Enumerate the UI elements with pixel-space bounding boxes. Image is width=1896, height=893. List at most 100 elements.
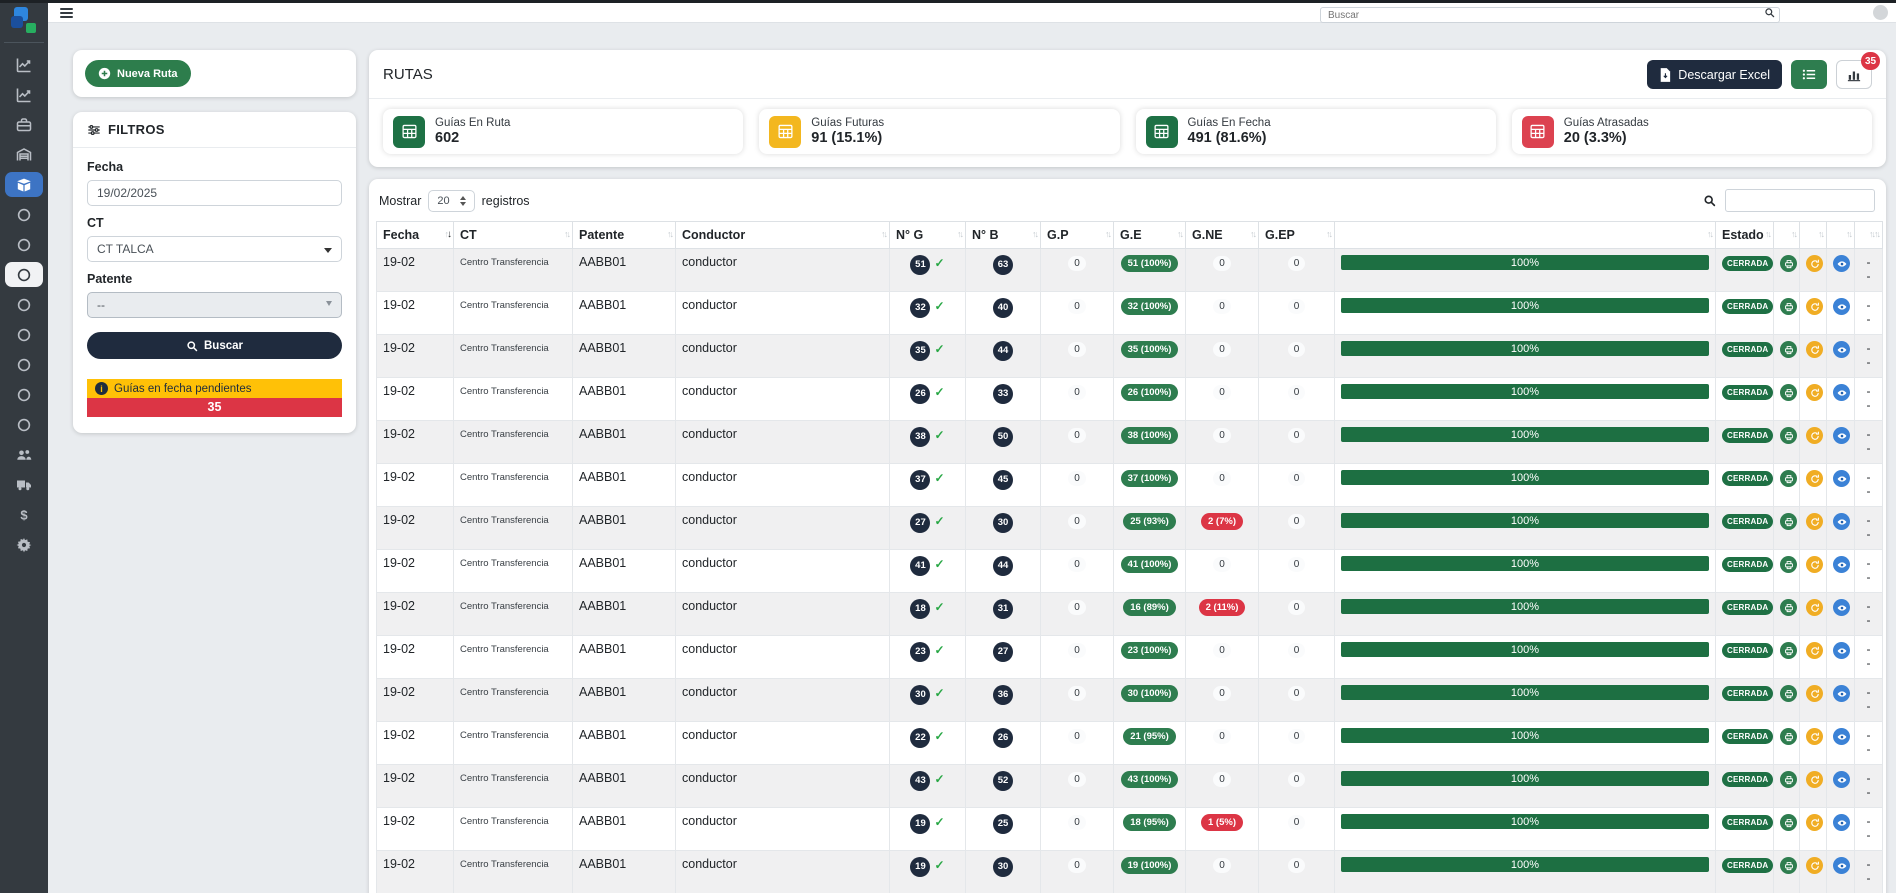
sync-button[interactable] — [1806, 470, 1823, 487]
sync-button[interactable] — [1806, 599, 1823, 616]
column-header-n-g[interactable]: N° G↑↓ — [890, 222, 966, 249]
count-badge: 26 — [993, 728, 1013, 748]
column-header-g-e[interactable]: G.E↑↓ — [1114, 222, 1186, 249]
column-header-extra-14[interactable]: ↑↓ — [1827, 222, 1855, 249]
column-header-g-p[interactable]: G.P↑↓ — [1041, 222, 1114, 249]
sync-button[interactable] — [1806, 685, 1823, 702]
print-button[interactable] — [1780, 298, 1797, 315]
print-button[interactable] — [1780, 857, 1797, 874]
zero-badge: 0 — [1068, 815, 1086, 830]
sidebar-item-item-2[interactable] — [5, 232, 43, 257]
column-header-fecha[interactable]: Fecha↑↓ — [377, 222, 454, 249]
sidebar-item-dashboard[interactable] — [5, 52, 43, 77]
column-header-g-ep[interactable]: G.EP↑↓ — [1259, 222, 1335, 249]
print-button[interactable] — [1780, 341, 1797, 358]
view-button[interactable] — [1833, 814, 1850, 831]
print-button[interactable] — [1780, 814, 1797, 831]
print-button[interactable] — [1780, 642, 1797, 659]
print-button[interactable] — [1780, 685, 1797, 702]
sidebar-item-item-5[interactable] — [5, 322, 43, 347]
print-button[interactable] — [1780, 599, 1797, 616]
view-button[interactable] — [1833, 771, 1850, 788]
view-button[interactable] — [1833, 728, 1850, 745]
ct-select[interactable]: CT TALCA — [87, 236, 342, 262]
sidebar-item-settings[interactable] — [5, 532, 43, 557]
global-search-input[interactable] — [1320, 7, 1780, 23]
view-button[interactable] — [1833, 857, 1850, 874]
cell-patente: AABB01 — [573, 851, 676, 893]
view-button[interactable] — [1833, 685, 1850, 702]
column-header-patente[interactable]: Patente↑↓ — [573, 222, 676, 249]
sidebar-item-toolbox[interactable] — [5, 112, 43, 137]
sync-button[interactable] — [1806, 814, 1823, 831]
print-button[interactable] — [1780, 513, 1797, 530]
column-header-extra-12[interactable]: ↑↓ — [1774, 222, 1800, 249]
table-search-input[interactable] — [1725, 189, 1875, 212]
user-avatar[interactable] — [1873, 5, 1888, 20]
sync-button[interactable] — [1806, 341, 1823, 358]
sidebar-item-warehouse[interactable] — [5, 142, 43, 167]
print-button[interactable] — [1780, 255, 1797, 272]
print-button[interactable] — [1780, 470, 1797, 487]
view-button[interactable] — [1833, 427, 1850, 444]
view-button[interactable] — [1833, 556, 1850, 573]
view-button[interactable] — [1833, 341, 1850, 358]
column-header-extra-15[interactable]: ↑↓↑↓ — [1855, 222, 1883, 249]
sync-button[interactable] — [1806, 556, 1823, 573]
sidebar-item-users[interactable] — [5, 442, 43, 467]
column-header-extra-13[interactable]: ↑↓ — [1800, 222, 1827, 249]
hamburger-menu-icon[interactable] — [60, 8, 73, 18]
column-header-n-b[interactable]: N° B↑↓ — [966, 222, 1041, 249]
cell-g-ep: 0 — [1259, 421, 1335, 464]
print-button[interactable] — [1780, 728, 1797, 745]
view-button[interactable] — [1833, 642, 1850, 659]
sidebar-item-item-1[interactable] — [5, 202, 43, 227]
zero-badge: 0 — [1288, 342, 1306, 357]
sidebar-item-item-7[interactable] — [5, 382, 43, 407]
view-button[interactable] — [1833, 255, 1850, 272]
sync-button[interactable] — [1806, 857, 1823, 874]
print-button[interactable] — [1780, 384, 1797, 401]
app-logo-icon[interactable] — [11, 7, 38, 34]
sync-button[interactable] — [1806, 255, 1823, 272]
column-header-g-ne[interactable]: G.NE↑↓ — [1186, 222, 1259, 249]
sidebar-item-item-8[interactable] — [5, 412, 43, 437]
check-icon: ✓ — [934, 471, 944, 485]
buscar-button[interactable]: Buscar — [87, 332, 342, 359]
sidebar-item-routes[interactable] — [5, 172, 43, 197]
print-button[interactable] — [1780, 556, 1797, 573]
view-button[interactable] — [1833, 599, 1850, 616]
page-size-select[interactable]: 20 — [428, 190, 474, 212]
sidebar-item-item-6[interactable] — [5, 352, 43, 377]
column-header-ct[interactable]: CT↑↓ — [454, 222, 573, 249]
view-button[interactable] — [1833, 384, 1850, 401]
column-header-extra-10[interactable]: ↑↓ — [1335, 222, 1716, 249]
sync-button[interactable] — [1806, 771, 1823, 788]
sidebar-item-trucks[interactable] — [5, 472, 43, 497]
descargar-excel-button[interactable]: Descargar Excel — [1647, 60, 1782, 89]
column-header-conductor[interactable]: Conductor↑↓ — [676, 222, 890, 249]
sync-button[interactable] — [1806, 384, 1823, 401]
print-button[interactable] — [1780, 771, 1797, 788]
fecha-input[interactable] — [87, 180, 342, 206]
sidebar-item-reports[interactable] — [5, 82, 43, 107]
sync-button[interactable] — [1806, 513, 1823, 530]
sidebar-item-finance[interactable]: $ — [5, 502, 43, 527]
sync-button[interactable] — [1806, 298, 1823, 315]
patente-select[interactable]: -- — [87, 292, 342, 318]
sidebar-item-item-3[interactable] — [5, 262, 43, 287]
view-button[interactable] — [1833, 298, 1850, 315]
sync-button[interactable] — [1806, 427, 1823, 444]
view-button[interactable] — [1833, 470, 1850, 487]
sync-button[interactable] — [1806, 642, 1823, 659]
sidebar-item-item-4[interactable] — [5, 292, 43, 317]
list-view-button[interactable] — [1791, 60, 1827, 89]
chart-view-button[interactable]: 35 — [1836, 60, 1872, 89]
view-button[interactable] — [1833, 513, 1850, 530]
print-button[interactable] — [1780, 427, 1797, 444]
progress-bar: 100% — [1341, 857, 1709, 872]
nueva-ruta-button[interactable]: Nueva Ruta — [85, 60, 191, 87]
column-header-estado[interactable]: Estado↑↓ — [1716, 222, 1774, 249]
sync-button[interactable] — [1806, 728, 1823, 745]
sort-icon: ↑↓ — [1326, 229, 1331, 239]
